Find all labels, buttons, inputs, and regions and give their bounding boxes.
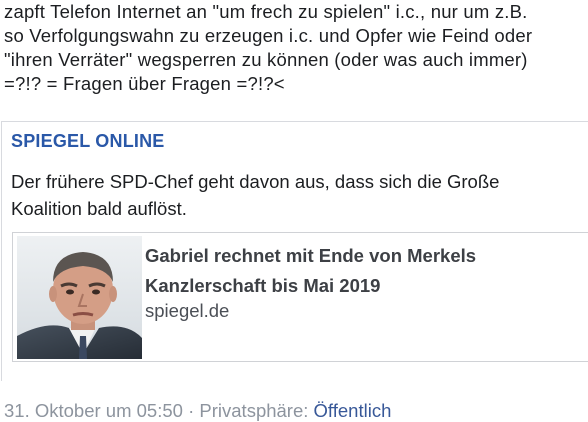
link-domain: spiegel.de xyxy=(145,300,230,321)
post-text: zapft Telefon Internet an "um frech zu s… xyxy=(4,0,584,96)
link-title-line[interactable]: Kanzlerschaft bis Mai 2019 xyxy=(145,271,585,301)
portrait-photo-icon[interactable] xyxy=(17,236,142,359)
privacy-label: Privatsphäre: xyxy=(199,400,314,421)
post-text-line: so Verfolgungswahn zu erzeugen i.c. und … xyxy=(4,25,533,46)
shared-description-line: Koalition bald auflöst. xyxy=(11,198,187,219)
shared-description: Der frühere SPD-Chef geht davon aus, das… xyxy=(11,168,581,222)
link-title-line[interactable]: Gabriel rechnet mit Ende von Merkels xyxy=(145,241,585,271)
post-text-line: zapft Telefon Internet an "um frech zu s… xyxy=(4,1,528,22)
post-text-line: =?!? = Fragen über Fragen =?!?< xyxy=(4,73,285,94)
link-title[interactable]: Gabriel rechnet mit Ende von Merkels Kan… xyxy=(145,241,585,301)
meta-separator: · xyxy=(182,400,200,421)
shared-post-card[interactable]: SPIEGEL ONLINE Der frühere SPD-Chef geht… xyxy=(1,121,588,381)
post-text-line: "ihren Verräter" wegsperren zu können (o… xyxy=(4,49,528,70)
shared-source-name[interactable]: SPIEGEL ONLINE xyxy=(11,131,165,152)
post-timestamp[interactable]: 31. Oktober um 05:50 xyxy=(4,400,183,421)
link-preview[interactable]: Gabriel rechnet mit Ende von Merkels Kan… xyxy=(12,232,588,362)
privacy-value-link[interactable]: Öffentlich xyxy=(314,400,392,421)
shared-description-line: Der frühere SPD-Chef geht davon aus, das… xyxy=(11,171,500,192)
